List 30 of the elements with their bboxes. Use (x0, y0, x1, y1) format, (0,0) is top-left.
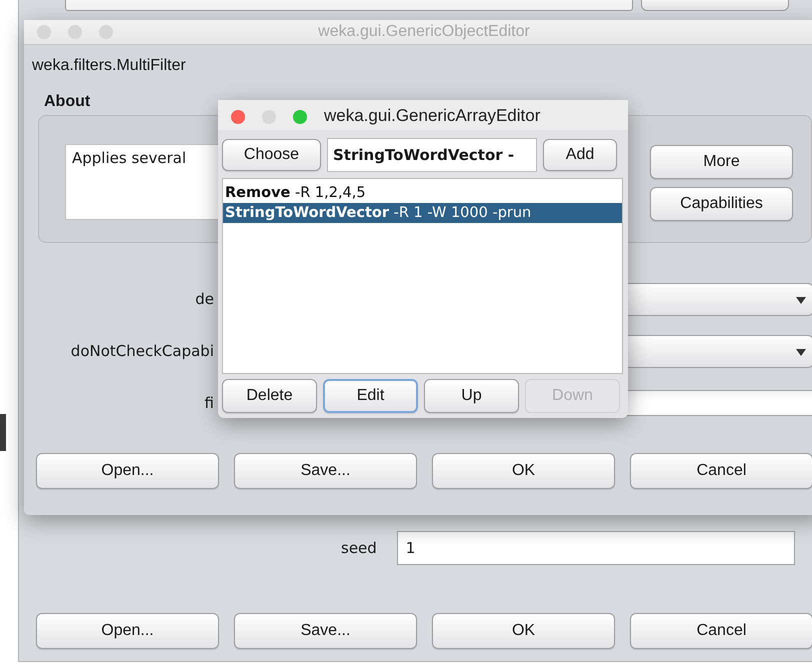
dialog-button[interactable]: OK (432, 453, 615, 489)
list-button[interactable]: Edit (323, 379, 418, 413)
class-field[interactable]: StringToWordVector - (327, 138, 537, 172)
section-heading: About (44, 93, 92, 111)
dialog-button[interactable]: Open... (36, 453, 219, 489)
dialog-button[interactable]: Cancel (630, 453, 812, 489)
dialog-button[interactable]: Save... (234, 613, 417, 649)
class-name: weka.filters.MultiFilter (32, 57, 187, 75)
list-item[interactable]: StringToWordVector -R 1 -W 1000 -prun (223, 203, 622, 223)
dark-mark (0, 414, 6, 451)
window-title: weka.gui.GenericObjectEditor (318, 23, 530, 41)
window-title: weka.gui.GenericArrayEditor (324, 106, 540, 126)
dialog-button[interactable]: Open... (36, 613, 219, 649)
seed-field[interactable]: 1 (396, 531, 795, 565)
property-label: fi (204, 394, 214, 412)
dialog-button[interactable]: Cancel (630, 613, 812, 649)
dropdown-arrow-icon (795, 294, 807, 304)
dialog-button[interactable]: OK (432, 613, 615, 649)
dropdown-arrow-icon (795, 346, 807, 356)
add-button[interactable]: Add (543, 139, 617, 171)
window-controls-icon[interactable] (230, 109, 310, 125)
property-label: doNotCheckCapabi (70, 342, 214, 360)
seed-label: seed (341, 539, 377, 557)
choose-button[interactable]: Choose (222, 139, 321, 171)
dialog-button[interactable]: Save... (234, 453, 417, 489)
property-label: de (195, 290, 214, 308)
side-button[interactable]: More (650, 145, 793, 179)
side-button[interactable]: Capabilities (650, 187, 793, 221)
list-button[interactable]: Delete (222, 379, 317, 413)
list-button[interactable]: Up (424, 379, 519, 413)
